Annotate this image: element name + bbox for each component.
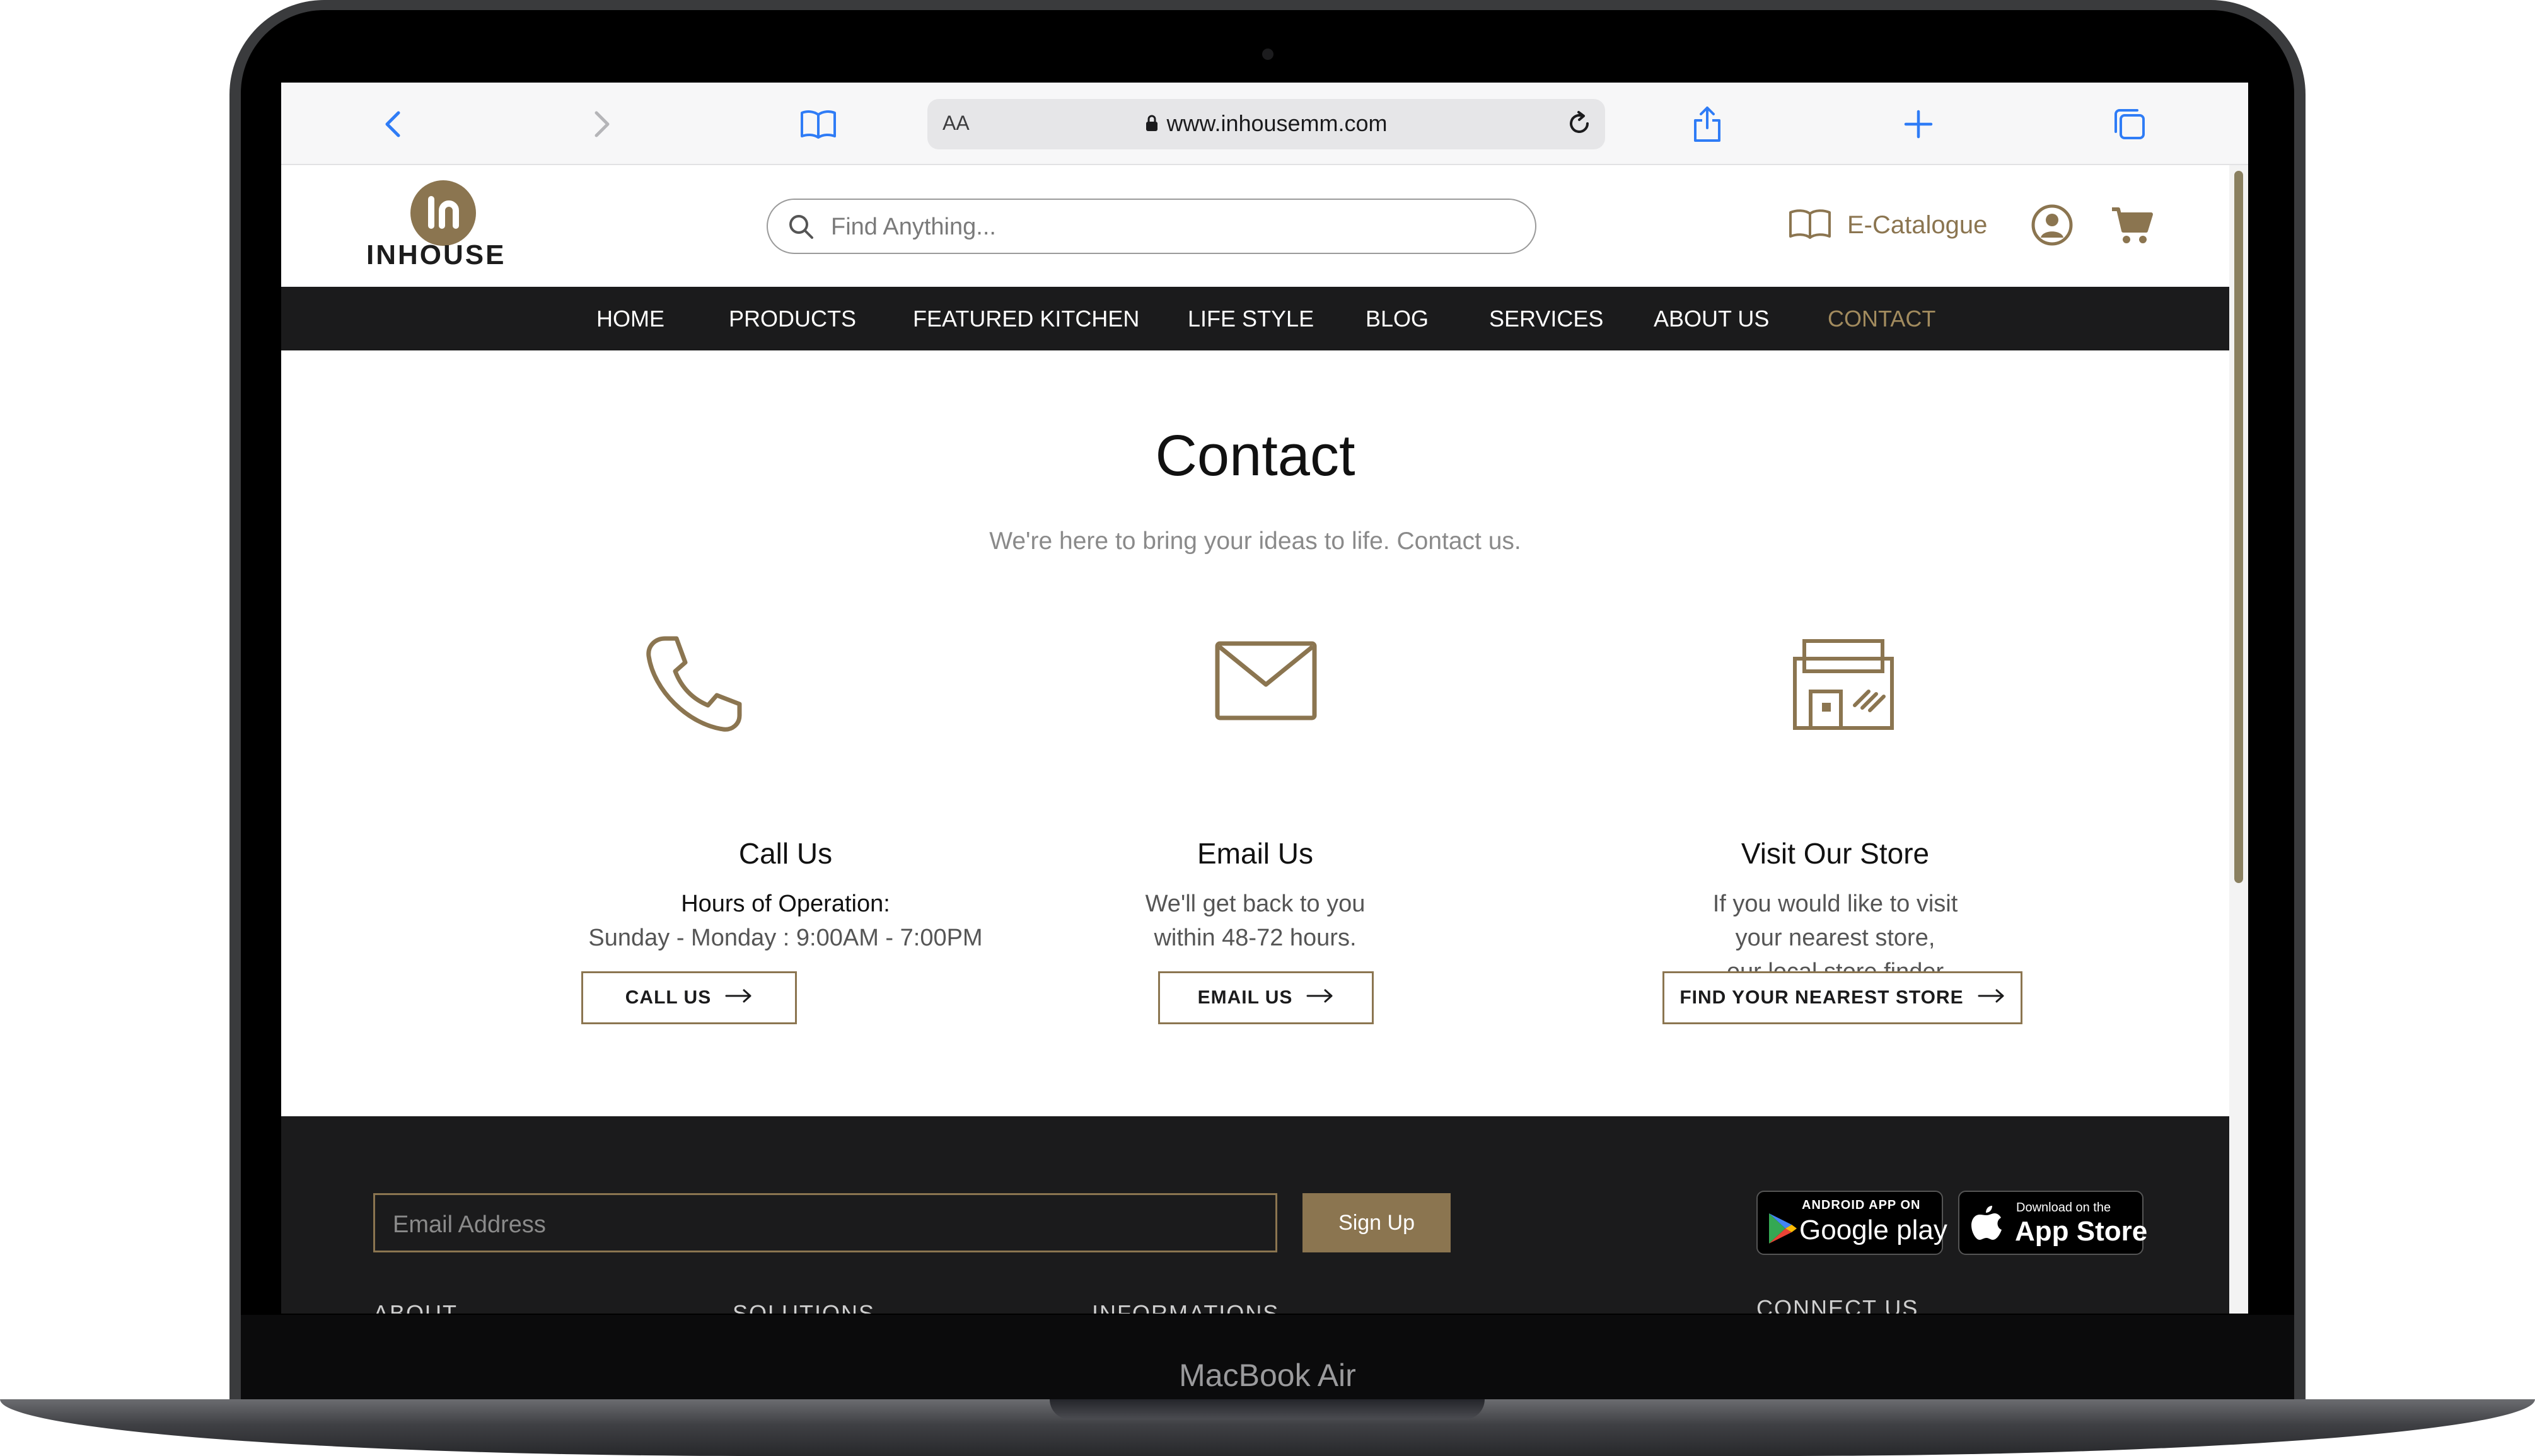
- share-icon[interactable]: [1687, 104, 1727, 144]
- app-store-small: Download on the: [2016, 1201, 2111, 1215]
- email-us-line-2: within 48-72 hours.: [1154, 925, 1357, 951]
- email-us-button[interactable]: EMAIL US: [1158, 971, 1374, 1024]
- call-us-lead: Hours of Operation:: [681, 891, 890, 917]
- nav-products[interactable]: PRODUCTS: [729, 306, 856, 332]
- visit-store-line-2: your nearest store,: [1735, 925, 1935, 951]
- footer-heading-solutions: SOLUTIONS: [733, 1300, 876, 1314]
- nav-services[interactable]: SERVICES: [1489, 306, 1603, 332]
- ecatalogue-label: E-Catalogue: [1847, 211, 1988, 239]
- visit-store-line-1: If you would like to visit: [1712, 891, 1958, 917]
- logo-text[interactable]: INHOUSE: [366, 240, 506, 271]
- new-tab-icon[interactable]: [1898, 104, 1939, 144]
- newsletter-email-field[interactable]: Email Address: [373, 1193, 1277, 1252]
- search-box[interactable]: Find Anything...: [767, 199, 1536, 254]
- url-text: www.inhousemm.com: [927, 110, 1605, 138]
- scrollbar-thumb[interactable]: [2234, 171, 2243, 883]
- footer-heading-connect: CONNECT US: [1756, 1295, 1919, 1314]
- apple-icon: [1971, 1203, 2002, 1244]
- page-subtitle: We're here to bring your ideas to life. …: [989, 528, 1521, 555]
- reload-icon[interactable]: [1565, 109, 1594, 141]
- ecatalogue-link[interactable]: E-Catalogue: [1788, 206, 1987, 244]
- app-store-large: App Store: [2015, 1216, 2148, 1247]
- logo-icon[interactable]: [410, 180, 476, 246]
- email-us-title: Email Us: [1197, 837, 1314, 870]
- device-label: MacBook Air: [1179, 1358, 1356, 1393]
- arrow-right-icon: [1306, 987, 1334, 1008]
- url-value: www.inhousemm.com: [1166, 110, 1388, 136]
- arrow-right-icon: [725, 987, 753, 1008]
- screen: AA www.inhousemm.com INHOUSE Find Anythi…: [281, 83, 2248, 1314]
- camera: [1262, 49, 1273, 60]
- browser-toolbar: AA www.inhousemm.com: [281, 83, 2248, 165]
- email-placeholder: Email Address: [393, 1211, 546, 1238]
- nav-life-style[interactable]: LIFE STYLE: [1188, 306, 1314, 332]
- nav-contact[interactable]: CONTACT: [1828, 306, 1935, 332]
- book-icon: [1788, 207, 1832, 243]
- call-us-title: Call Us: [738, 837, 833, 870]
- bookmarks-icon[interactable]: [798, 104, 838, 144]
- envelope-icon: [1214, 640, 1318, 725]
- tabs-icon[interactable]: [2109, 104, 2150, 144]
- address-bar[interactable]: AA www.inhousemm.com: [927, 99, 1605, 149]
- search-input[interactable]: Find Anything...: [831, 214, 996, 241]
- visit-store-title: Visit Our Store: [1741, 837, 1930, 870]
- nav-blog[interactable]: BLOG: [1366, 306, 1429, 332]
- find-store-button-label: FIND YOUR NEAREST STORE: [1679, 987, 1964, 1008]
- find-store-button[interactable]: FIND YOUR NEAREST STORE: [1662, 971, 2022, 1024]
- call-us-button-label: CALL US: [625, 987, 712, 1008]
- store-icon: [1792, 637, 1895, 735]
- google-play-badge[interactable]: ANDROID APP ON Google play: [1756, 1191, 1947, 1255]
- main-nav: HOME PRODUCTS FEATURED KITCHEN LIFE STYL…: [281, 287, 2229, 350]
- signup-button[interactable]: Sign Up: [1302, 1193, 1451, 1252]
- nav-home[interactable]: HOME: [596, 306, 664, 332]
- back-icon[interactable]: [373, 104, 414, 144]
- google-play-icon: [1766, 1211, 1798, 1249]
- phone-icon: [637, 631, 745, 741]
- page-title: Contact: [1155, 424, 1355, 488]
- footer-heading-about: ABOUT: [373, 1300, 458, 1314]
- call-us-button[interactable]: CALL US: [581, 971, 797, 1024]
- call-us-hours: Sunday - Monday : 9:00AM - 7:00PM: [588, 925, 983, 951]
- google-play-small: ANDROID APP ON: [1802, 1198, 1921, 1212]
- nav-about-us[interactable]: ABOUT US: [1654, 306, 1769, 332]
- laptop-notch: [1050, 1399, 1485, 1419]
- search-icon: [787, 212, 816, 245]
- arrow-right-icon: [1978, 987, 2005, 1008]
- footer-heading-informations: INFORMATIONS: [1092, 1300, 1280, 1314]
- forward-icon[interactable]: [581, 104, 622, 144]
- email-us-button-label: EMAIL US: [1197, 987, 1293, 1008]
- nav-featured-kitchen[interactable]: FEATURED KITCHEN: [913, 306, 1139, 332]
- account-icon[interactable]: [2031, 204, 2073, 249]
- app-store-badge[interactable]: Download on the App Store: [1958, 1191, 2147, 1255]
- email-us-line-1: We'll get back to you: [1145, 891, 1366, 917]
- lock-icon: [1145, 112, 1159, 138]
- google-play-large: Google play: [1799, 1215, 1947, 1245]
- cart-icon[interactable]: [2109, 204, 2154, 249]
